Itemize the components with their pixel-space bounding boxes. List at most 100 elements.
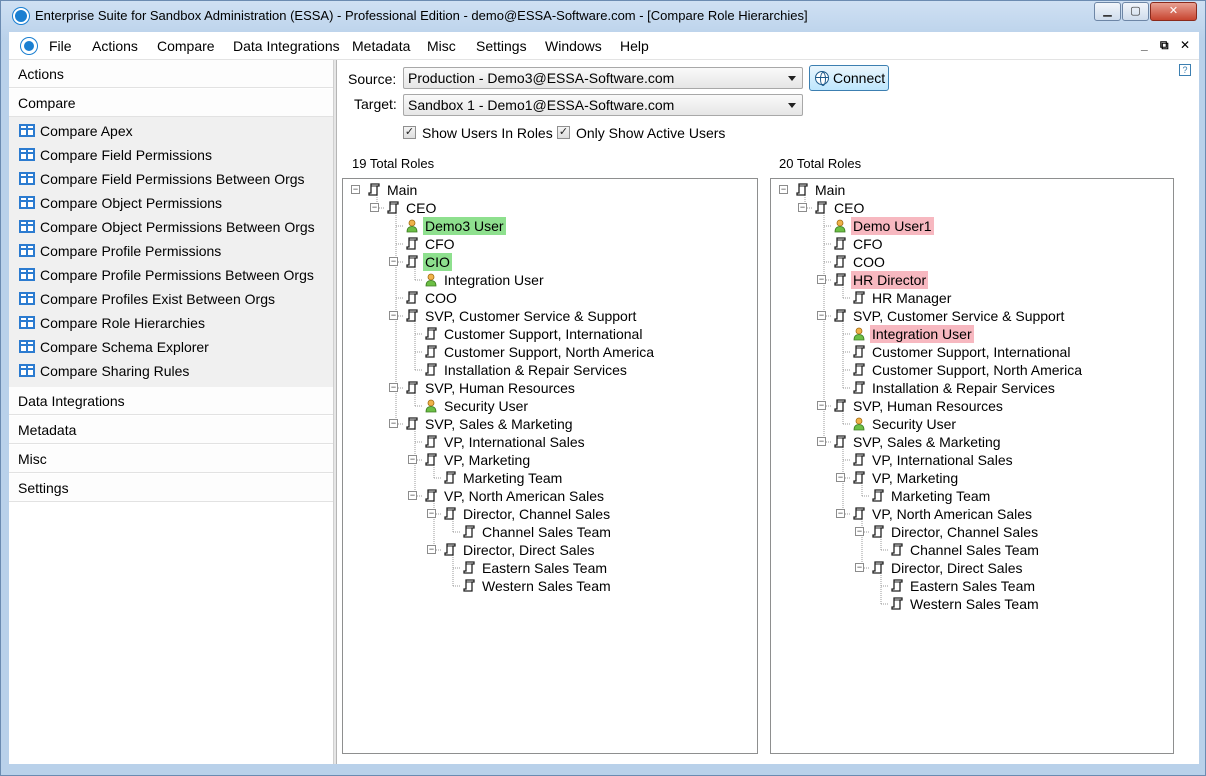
collapse-toggle[interactable]: − — [427, 509, 436, 518]
collapse-toggle[interactable]: − — [817, 437, 826, 446]
menu-metadata[interactable]: Metadata — [352, 38, 410, 54]
nav-header-misc[interactable]: Misc — [9, 445, 333, 473]
tree-node-label: COO — [425, 290, 457, 306]
mdi-app-icon[interactable] — [21, 38, 37, 54]
tree-node-label: Customer Support, North America — [872, 362, 1083, 378]
tree-node-label: Western Sales Team — [910, 596, 1039, 612]
role-icon — [871, 561, 885, 575]
target-role-tree[interactable]: − Main − CEO Demo User1 CFO COO − HR Director HR … — [770, 178, 1174, 754]
maximize-button[interactable]: ▢ — [1122, 2, 1149, 21]
role-icon — [871, 489, 885, 503]
checkbox-check-icon[interactable]: ✓ — [403, 126, 416, 139]
collapse-toggle[interactable]: − — [836, 473, 845, 482]
tree-node-label: Integration User — [870, 325, 974, 343]
target-label: Target: — [354, 96, 397, 112]
minimize-button[interactable]: ▁ — [1094, 2, 1121, 21]
window-icon — [19, 244, 35, 257]
role-icon — [405, 237, 419, 251]
tree-node-label: CFO — [425, 236, 455, 252]
collapse-toggle[interactable]: − — [836, 509, 845, 518]
tree-node-label: Director, Channel Sales — [891, 524, 1039, 540]
tree-node-label: CEO — [834, 200, 865, 216]
collapse-toggle[interactable]: − — [427, 545, 436, 554]
role-icon — [795, 183, 809, 197]
menu-actions[interactable]: Actions — [92, 38, 138, 54]
menu-data-integrations[interactable]: Data Integrations — [233, 38, 340, 54]
nav-header-settings[interactable]: Settings — [9, 474, 333, 502]
role-icon — [852, 507, 866, 521]
close-button[interactable]: ✕ — [1150, 2, 1197, 21]
collapse-toggle[interactable]: − — [370, 203, 379, 212]
collapse-toggle[interactable]: − — [408, 491, 417, 500]
tree-node-label: VP, North American Sales — [444, 488, 605, 504]
window-icon — [19, 220, 35, 233]
role-icon — [405, 255, 419, 269]
collapse-toggle[interactable]: − — [817, 311, 826, 320]
role-icon — [405, 381, 419, 395]
source-select[interactable]: Production - Demo3@ESSA-Software.com — [403, 67, 803, 89]
role-icon — [424, 363, 438, 377]
role-icon — [852, 453, 866, 467]
tree-node-label: Customer Support, International — [444, 326, 643, 342]
tree-node-label: Director, Direct Sales — [891, 560, 1023, 576]
nav-header-actions[interactable]: Actions — [9, 60, 333, 88]
role-icon — [462, 561, 476, 575]
collapse-toggle[interactable]: − — [389, 383, 398, 392]
user-icon — [424, 273, 438, 287]
role-icon — [852, 345, 866, 359]
nav-header-metadata[interactable]: Metadata — [9, 416, 333, 444]
compare-role-hierarchies-panel: Source: Production - Demo3@ESSA-Software… — [337, 60, 1199, 764]
collapse-toggle[interactable]: − — [855, 527, 864, 536]
target-select[interactable]: Sandbox 1 - Demo1@ESSA-Software.com — [403, 94, 803, 116]
globe-icon — [815, 71, 829, 86]
tree-node-label: Director, Direct Sales — [463, 542, 595, 558]
menu-bar: File Actions Compare Data Integrations M… — [9, 32, 1199, 60]
window-icon — [19, 196, 35, 209]
menu-file[interactable]: File — [49, 38, 72, 54]
connect-button[interactable]: Connect — [809, 65, 889, 91]
show-users-in-roles-label: Show Users In Roles — [422, 125, 553, 141]
tree-node-label: Main — [387, 182, 418, 198]
mdi-minimize-button[interactable]: _ — [1141, 38, 1148, 52]
collapse-toggle[interactable]: − — [817, 275, 826, 284]
collapse-toggle[interactable]: − — [817, 401, 826, 410]
nav-header-compare[interactable]: Compare — [9, 89, 333, 117]
content-area: Actions Compare Compare Apex Compare Fie… — [9, 60, 1199, 764]
role-icon — [852, 291, 866, 305]
role-icon — [890, 543, 904, 557]
checkbox-check-icon[interactable]: ✓ — [557, 126, 570, 139]
tree-node-label: SVP, Human Resources — [425, 380, 575, 396]
tree-node-label: Eastern Sales Team — [482, 560, 608, 576]
collapse-toggle[interactable]: − — [389, 419, 398, 428]
source-role-count: 19 Total Roles — [352, 156, 435, 171]
collapse-toggle[interactable]: − — [798, 203, 807, 212]
collapse-toggle[interactable]: − — [408, 455, 417, 464]
source-label: Source: — [348, 71, 397, 87]
navigation-panel: Actions Compare Compare Apex Compare Fie… — [9, 60, 333, 764]
tree-node-label: Main — [815, 182, 846, 198]
mdi-restore-button[interactable]: ⧉ — [1160, 38, 1169, 53]
tree-node-label: Installation & Repair Services — [872, 380, 1055, 396]
target-role-count: 20 Total Roles — [779, 156, 862, 171]
menu-misc[interactable]: Misc — [427, 38, 456, 54]
collapse-toggle[interactable]: − — [855, 563, 864, 572]
role-icon — [443, 543, 457, 557]
menu-settings[interactable]: Settings — [476, 38, 527, 54]
window-icon — [19, 124, 35, 137]
collapse-toggle[interactable]: − — [779, 185, 788, 194]
nav-header-data-integrations[interactable]: Data Integrations — [9, 387, 333, 415]
tree-node-label: CIO — [423, 253, 452, 271]
collapse-toggle[interactable]: − — [389, 311, 398, 320]
collapse-toggle[interactable]: − — [351, 185, 360, 194]
menu-help[interactable]: Help — [620, 38, 649, 54]
source-value: Production - Demo3@ESSA-Software.com — [408, 70, 675, 86]
menu-windows[interactable]: Windows — [545, 38, 602, 54]
compare-items-list: Compare Apex Compare Field Permissions C… — [9, 117, 333, 387]
collapse-toggle[interactable]: − — [389, 257, 398, 266]
help-icon[interactable]: ? — [1179, 64, 1191, 76]
menu-compare[interactable]: Compare — [157, 38, 215, 54]
mdi-close-button[interactable]: ✕ — [1180, 38, 1190, 52]
tree-node-label: SVP, Sales & Marketing — [853, 434, 1001, 450]
source-role-tree[interactable]: − Main − CEO Demo3 User CFO − CIO Integration Us… — [342, 178, 758, 754]
role-icon — [462, 525, 476, 539]
